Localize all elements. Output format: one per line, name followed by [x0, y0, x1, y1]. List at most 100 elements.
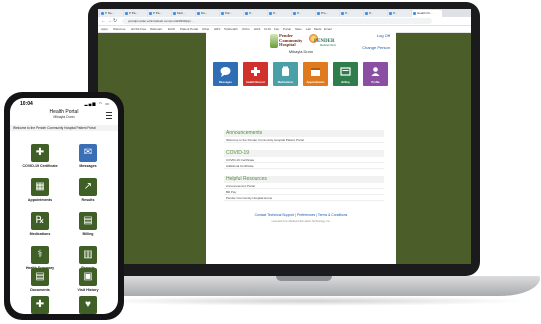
announcements-heading: Announcements	[224, 130, 384, 137]
phone-tile-health-summary[interactable]: ⚕ Health Summary	[20, 246, 60, 270]
resource-link[interactable]: Pender Community Hospital Home	[224, 196, 384, 201]
browser-tab[interactable]: P...	[244, 10, 267, 17]
tile-glyph: ↗	[83, 181, 93, 192]
tab-label: P...	[393, 11, 398, 15]
heart-icon: ♥	[79, 296, 97, 314]
tile-label: Profile	[371, 81, 380, 84]
tile-medications[interactable]: Medications	[273, 62, 298, 86]
favicon-icon	[269, 12, 272, 15]
tab-label: Mob...	[177, 11, 186, 15]
bookmark-item[interactable]: Patient Portal	[180, 26, 198, 32]
covid-heading: COVID-19	[224, 150, 384, 157]
browser-tab[interactable]: Pat...	[220, 10, 243, 17]
tab-label: Health Po...	[417, 11, 433, 15]
tab-label: P Pa...	[129, 11, 138, 15]
phone-tile-messages[interactable]: ✉ Messages	[68, 144, 108, 168]
message-icon: ✉	[79, 144, 97, 162]
phone-tile-heart[interactable]: ♥	[68, 296, 108, 314]
phone-tile-billing[interactable]: ▤ Billing	[68, 212, 108, 236]
tile-glyph: ✚	[35, 147, 45, 158]
tile-glyph: ⚕	[37, 249, 43, 260]
tile-profile[interactable]: Profile	[363, 62, 388, 86]
phone-patient-name: Mikayla Dunn	[53, 115, 75, 119]
tile-messages[interactable]: Messages	[213, 62, 238, 86]
tile-glyph: ▣	[83, 271, 93, 282]
phone-tile-reports[interactable]: ▥ Reports	[68, 246, 108, 270]
tile-appointments[interactable]: Appointments	[303, 62, 328, 86]
announcement-item: Welcome to the Pender Community Hospital…	[224, 138, 384, 143]
footer-links[interactable]: Contact Technical Support | Preferences …	[206, 213, 396, 217]
documents-icon: ▤	[31, 268, 49, 286]
additional-certificate-link[interactable]: Additional Certificate	[224, 164, 384, 169]
portal-page: Log Off Change Person Pender Community H…	[206, 32, 396, 264]
browser-tab[interactable]: P...	[388, 10, 411, 17]
covid-certificate-icon: ✚	[31, 144, 49, 162]
phone-tile-health[interactable]: ✚	[20, 296, 60, 314]
bookmark-item[interactable]: Apps	[101, 26, 108, 32]
bookmark-item[interactable]: Welcome	[113, 26, 125, 32]
favicon-icon	[149, 12, 152, 15]
reload-icon[interactable]: ↻	[113, 18, 117, 24]
resource-link[interactable]: Bill Pay	[224, 190, 384, 195]
phone-tile-appointments[interactable]: ▦ Appointments	[20, 178, 60, 202]
browser-tab[interactable]: P Pa...	[148, 10, 171, 17]
tile-glyph: ✉	[83, 147, 93, 158]
resource-link[interactable]: Announcement Portal	[224, 184, 384, 189]
phone-tile-visit-history[interactable]: ▣ Visit History	[68, 268, 108, 292]
tile-glyph: ▤	[35, 271, 45, 282]
hamburger-menu-icon[interactable]	[106, 112, 112, 119]
tile-billing[interactable]: Billing	[333, 62, 358, 86]
browser-tab[interactable]: P Ne...	[100, 10, 123, 17]
browser-tab[interactable]: P...	[340, 10, 363, 17]
favicon-icon	[293, 12, 296, 15]
favicon-icon	[389, 12, 392, 15]
tile-glyph: ✚	[35, 299, 45, 310]
browser-tab[interactable]: Mob...	[172, 10, 195, 17]
footer-copyright: Licensed from Medical Information Techno…	[271, 220, 331, 223]
browser-tab[interactable]: P...	[268, 10, 291, 17]
results-icon: ↗	[79, 178, 97, 196]
phone-tile-medications[interactable]: ℞ Medications	[20, 212, 60, 236]
laptop-screen: P Ne... P Pa... P Pa... Mob... Da... Pat…	[98, 9, 471, 264]
phone-welcome-banner: Welcome to the Pender Community Hospital…	[10, 125, 118, 131]
phone-tile-label: COVID-19 Certificate	[22, 164, 58, 168]
cross-icon	[251, 67, 260, 76]
tab-label: Pat...	[225, 11, 233, 15]
forward-icon[interactable]: →	[107, 18, 112, 24]
tile-glyph: ♥	[85, 299, 91, 310]
resources-heading: Helpful Resources	[224, 176, 384, 183]
bookmark-item[interactable]: HCSS Free	[131, 26, 146, 32]
address-bar[interactable]: portalprovider.eclinicalweb.com/portal/9…	[122, 18, 432, 24]
browser-tab[interactable]: Pro...	[316, 10, 339, 17]
laptop-shadow	[90, 296, 530, 306]
covid-certificate-link[interactable]: COVID-19 Certificate	[224, 158, 384, 163]
browser-tab-bar: P Ne... P Pa... P Pa... Mob... Da... Pat…	[98, 9, 471, 17]
bookmark-item[interactable]: ECW	[168, 26, 175, 32]
favicon-icon	[173, 12, 176, 15]
tile-health-record[interactable]: Health Record	[243, 62, 268, 86]
tile-glyph: ▦	[35, 181, 45, 192]
tab-label: Pro...	[321, 11, 329, 15]
health-icon: ✚	[31, 296, 49, 314]
favicon-icon	[317, 12, 320, 15]
tile-label: Messages	[219, 81, 232, 84]
browser-tab-active[interactable]: Health Po...	[412, 10, 442, 17]
browser-tab[interactable]: Da...	[196, 10, 219, 17]
favicon-icon	[245, 12, 248, 15]
browser-tab[interactable]: P...	[364, 10, 387, 17]
back-icon[interactable]: ←	[101, 18, 106, 24]
laptop-notch	[276, 276, 332, 281]
browser-tab[interactable]: P Pa...	[124, 10, 147, 17]
tile-label: Appointments	[306, 81, 325, 84]
favicon-icon	[125, 12, 128, 15]
phone-tile-documents[interactable]: ▤ Documents	[20, 268, 60, 292]
browser-tab[interactable]: P...	[292, 10, 315, 17]
log-off-link[interactable]: Log Off	[377, 33, 390, 38]
visit-history-icon: ▣	[79, 268, 97, 286]
tab-label: P...	[273, 11, 278, 15]
phone-tile-label: Messages	[79, 164, 97, 168]
phone-tile-results[interactable]: ↗ Results	[68, 178, 108, 202]
tab-label: P...	[369, 11, 374, 15]
phone-tile-covid-certificate[interactable]: ✚ COVID-19 Certificate	[20, 144, 60, 168]
bookmark-item[interactable]: Webmail	[150, 26, 162, 32]
